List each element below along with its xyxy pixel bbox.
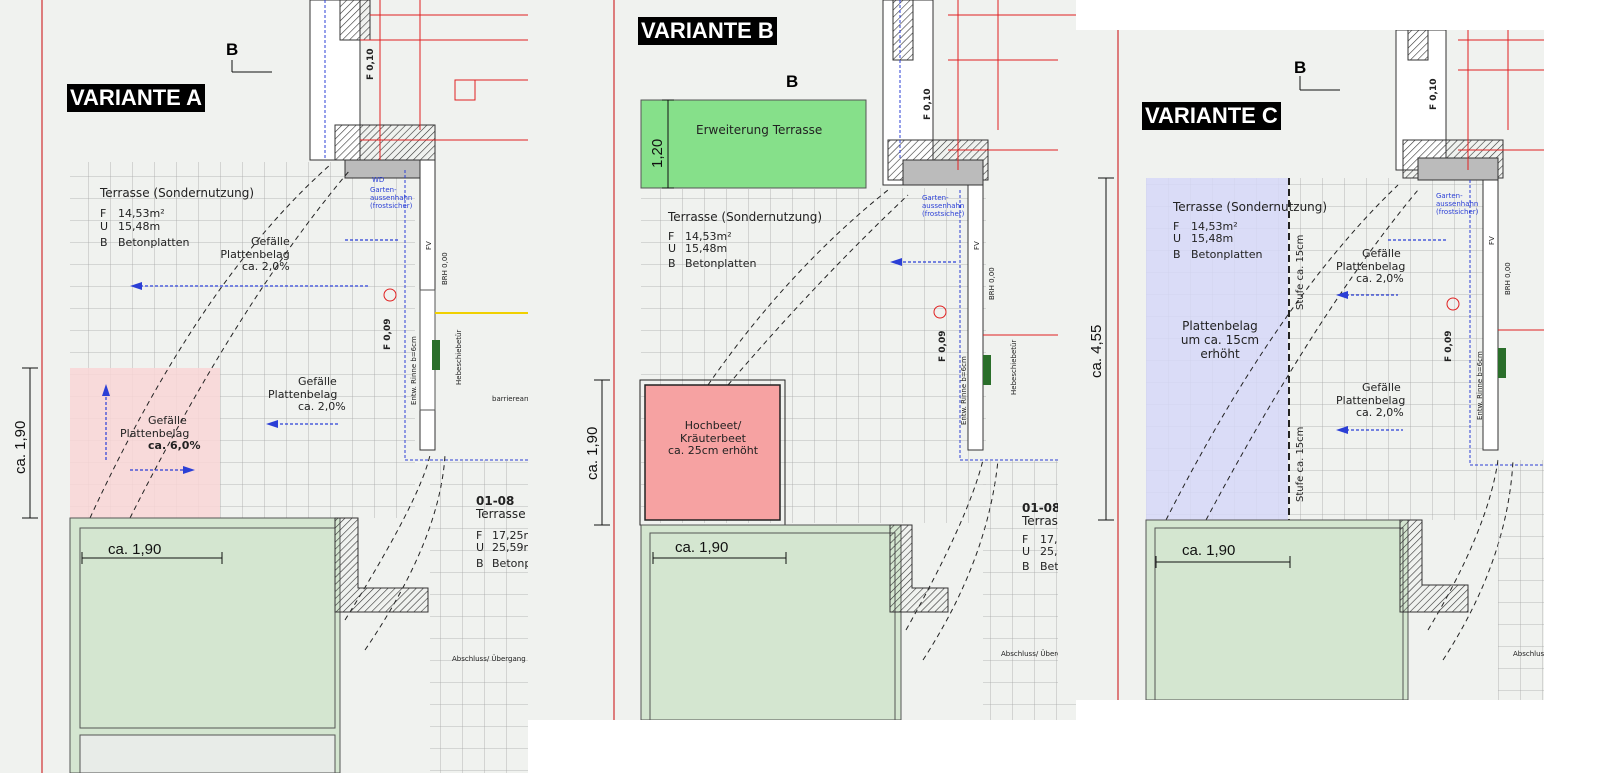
step-height-label-1: Stufe ca. 15cm xyxy=(1295,234,1306,310)
slope-note-2: Gefälle Plattenbelag ca. 2,0% xyxy=(1336,381,1406,420)
variant-b-plan xyxy=(594,0,1076,720)
raised-bed-label: Hochbeet/ Kräuterbeet ca. 25cm erhöht xyxy=(667,419,759,458)
variant-b-panel: VARIANTE B B 1,20 Erweiterung Terrasse T… xyxy=(528,0,1076,720)
room2-perimeter: 25,59m xyxy=(492,541,528,554)
perimeter-key: U xyxy=(1173,232,1182,245)
drain-label: Entw. Rinne b=6cm xyxy=(410,336,418,405)
transition-note: Abschluss/ Überg xyxy=(1001,650,1062,658)
surface-value: Betonplatten xyxy=(1191,248,1263,261)
drain-label: Entw. Rinne b=6cm xyxy=(960,356,968,425)
surface-value: Betonplatten xyxy=(118,236,190,249)
ceiling-level-label: F 0,10 xyxy=(366,48,376,81)
section-marker-b: B xyxy=(226,40,239,59)
variant-b-title: VARIANTE B xyxy=(638,17,777,45)
drain-label: Entw. Rinne b=6cm xyxy=(1476,351,1484,420)
room-title: Terrasse (Sondernutzung) xyxy=(100,186,255,200)
room2-surface-key: B xyxy=(476,557,484,570)
area-key: F xyxy=(100,207,107,220)
room-title: Terrasse (Sondernutzung) xyxy=(668,210,823,224)
lift-door-label: Hebeschiebetür xyxy=(455,329,463,385)
variant-c-title: VARIANTE C xyxy=(1142,102,1281,130)
sill-height-label: BRH 0,00 xyxy=(1504,262,1512,295)
extension-depth: 1,20 xyxy=(649,138,666,168)
surface-key: B xyxy=(1173,248,1181,261)
perimeter-value: 15,48m xyxy=(1191,232,1234,245)
slope-note-2: Gefälle Plattenbelag ca. 2,0% xyxy=(268,375,346,414)
perimeter-key: U xyxy=(100,220,109,233)
room2-perimeter-key: U xyxy=(476,541,485,554)
perimeter-key: U xyxy=(668,242,677,255)
garden-tap-label: Garten-aussenhahn (frostsicher) xyxy=(1436,192,1479,217)
dimension-vertical: ca. 4,55 xyxy=(1088,324,1105,378)
area-value: 14,53m² xyxy=(118,207,165,220)
fixed-glazing-label: FV xyxy=(1488,236,1496,245)
garden-tap-label: Garten-aussenhahn (frostsicher) xyxy=(370,186,413,211)
dimension-vertical: ca. 1,90 xyxy=(584,426,601,480)
slope-note-1: Gefälle Plattenbelag ca. 2,0% xyxy=(1336,247,1406,286)
perimeter-value: 15,48m xyxy=(685,242,728,255)
dimension-horizontal: ca. 1,90 xyxy=(108,541,162,558)
section-marker-b: B xyxy=(1294,58,1307,77)
floor-level-label: F 0,09 xyxy=(1444,330,1454,363)
variant-c-panel: VARIANTE C B Terrasse (Sondernutzung) F … xyxy=(1058,30,1544,700)
raised-paving-label: Plattenbelag um ca. 15cm erhöht xyxy=(1180,319,1260,361)
ceiling-level-label: F 0,10 xyxy=(923,88,933,121)
room2-surface-key: B xyxy=(1022,560,1030,573)
variant-c-plan xyxy=(1098,30,1544,700)
surface-key: B xyxy=(668,257,676,270)
transition-note: Abschluss/ Übergang xyxy=(1513,650,1544,658)
slope-note-1: Gefälle Plattenbelag ca. 2,0% xyxy=(220,235,290,274)
perimeter-value: 15,48m xyxy=(118,220,161,233)
variant-a-title: VARIANTE A xyxy=(67,84,205,112)
extension-label: Erweiterung Terrasse xyxy=(696,123,823,137)
terrace-extension xyxy=(640,99,867,189)
slope-note-3: Gefälle Plattenbelag ca. 6,0% xyxy=(120,414,201,453)
room2-perimeter-key: U xyxy=(1022,545,1031,558)
step-height-label-2: Stufe ca. 15cm xyxy=(1295,426,1306,502)
room2-surface: Bet xyxy=(1040,560,1059,573)
dimension-horizontal: ca. 1,90 xyxy=(1182,542,1236,559)
dimension-horizontal: ca. 1,90 xyxy=(675,539,729,556)
transition-note: Abschluss/ Übergang xyxy=(452,655,526,663)
variant-a-plan xyxy=(22,0,528,773)
sill-height-label: BRH 0,00 xyxy=(441,252,449,285)
ceiling-level-label: F 0,10 xyxy=(1429,78,1439,111)
wd-label: WD xyxy=(372,176,385,184)
room2-name: Terrasse xyxy=(476,507,526,521)
sill-height-label: BRH 0,00 xyxy=(988,267,996,300)
floor-level-label: F 0,09 xyxy=(938,330,948,363)
section-marker-b: B xyxy=(786,72,799,91)
room2-surface: Betonp xyxy=(492,557,528,570)
floor-level-label: F 0,09 xyxy=(383,318,393,351)
room-title: Terrasse (Sondernutzung) xyxy=(1173,200,1328,214)
fixed-glazing-label: FV xyxy=(425,241,433,250)
variant-a-panel: VARIANTE A B Terrasse (Sondernutzung) F … xyxy=(0,0,528,773)
garden-tap-label: Garten-aussenhahn (frostsicher) xyxy=(922,194,965,219)
surface-key: B xyxy=(100,236,108,249)
barrier-sill-label: barrierearme Schwelle (30mm) xyxy=(492,395,528,403)
dimension-vertical: ca. 1,90 xyxy=(12,420,29,474)
lift-door-label: Hebeschiebetür xyxy=(1010,339,1018,395)
surface-value: Betonplatten xyxy=(685,257,757,270)
fixed-glazing-label: FV xyxy=(973,241,981,250)
